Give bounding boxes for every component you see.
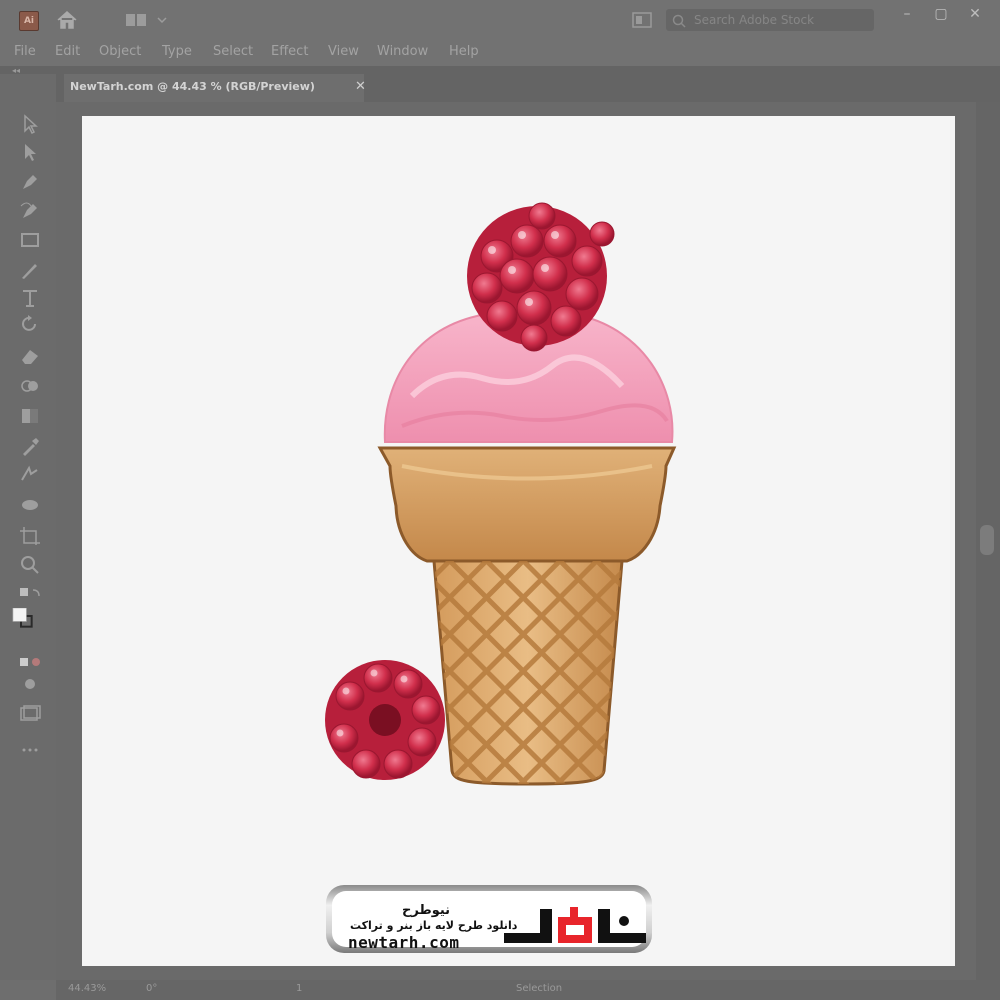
status-bar: 44.43% 0° 1 Selection — [56, 980, 1000, 1000]
blend-tool-icon[interactable] — [19, 464, 41, 484]
close-tab-icon[interactable]: ✕ — [355, 79, 366, 94]
watermark-inner: نیوطرح دانلود طرح لایه باز بنر و تراکت n… — [332, 891, 646, 952]
menu-help[interactable]: Help — [449, 44, 479, 59]
rotation-angle[interactable]: 0° — [146, 983, 157, 994]
tools-panel — [0, 74, 56, 980]
menu-bar: File Edit Object Type Select Effect View… — [0, 40, 1000, 66]
menu-object[interactable]: Object — [99, 44, 141, 59]
selection-tool-icon[interactable] — [19, 114, 41, 135]
document-tab-title: NewTarh.com @ 44.43 % (RGB/Preview) — [70, 80, 315, 93]
menu-effect[interactable]: Effect — [271, 44, 308, 59]
curvature-tool-icon[interactable] — [19, 200, 41, 220]
search-icon — [672, 13, 686, 28]
zoom-level[interactable]: 44.43% — [68, 983, 106, 994]
rectangle-tool-icon[interactable] — [19, 230, 41, 250]
vertical-scroll-thumb[interactable] — [980, 525, 994, 555]
arrange-documents-icon[interactable] — [632, 12, 652, 28]
watermark-banner: نیوطرح دانلود طرح لایه باز بنر و تراکت n… — [326, 885, 652, 953]
newtarh-logo-mark — [504, 907, 646, 943]
fill-stroke-swatch[interactable] — [12, 607, 42, 638]
minimize-button[interactable]: – — [896, 6, 918, 22]
rotate-tool-icon[interactable] — [19, 314, 41, 334]
artboard[interactable] — [82, 116, 955, 966]
eraser-tool-icon[interactable] — [19, 346, 41, 366]
workspace-switcher-icon[interactable] — [126, 12, 170, 28]
menu-view[interactable]: View — [328, 44, 359, 59]
shape-builder-tool-icon[interactable] — [19, 376, 41, 396]
color-mode-icon[interactable] — [19, 652, 41, 672]
app-logo: Ai — [19, 11, 39, 31]
tool-status: Selection — [516, 983, 563, 994]
close-window-button[interactable]: ✕ — [964, 6, 986, 22]
document-tabs: NewTarh.com @ 44.43 % (RGB/Preview) ✕ — [56, 74, 1000, 102]
more-tools-icon[interactable] — [19, 740, 41, 760]
direct-selection-tool-icon[interactable] — [19, 142, 41, 162]
watermark-url: newtarh.com — [348, 933, 460, 952]
gradient-tool-icon[interactable] — [19, 406, 41, 426]
menu-window[interactable]: Window — [377, 44, 428, 59]
maximize-button[interactable]: ▢ — [930, 6, 952, 22]
symbol-sprayer-tool-icon[interactable] — [19, 494, 41, 514]
zoom-tool-icon[interactable] — [19, 554, 41, 574]
artboard-number[interactable]: 1 — [296, 983, 302, 994]
artboard-tool-icon[interactable] — [19, 526, 41, 546]
watermark-brand-fa: نیوطرح — [402, 903, 451, 918]
type-tool-icon[interactable] — [19, 288, 41, 308]
search-box[interactable] — [666, 9, 874, 31]
eyedropper-tool-icon[interactable] — [19, 436, 41, 456]
menu-type[interactable]: Type — [162, 44, 192, 59]
pen-tool-icon[interactable] — [19, 171, 41, 191]
draw-mode-icon[interactable] — [19, 674, 41, 694]
watermark-tagline: دانلود طرح لایه باز بنر و تراکت — [350, 919, 518, 932]
document-tab[interactable]: NewTarh.com @ 44.43 % (RGB/Preview) ✕ — [64, 74, 366, 102]
menu-file[interactable]: File — [14, 44, 36, 59]
screen-mode-icon[interactable] — [19, 704, 41, 724]
panel-strip — [0, 66, 1000, 74]
menu-select[interactable]: Select — [213, 44, 253, 59]
raspberry-side — [325, 660, 445, 780]
ice-cream-illustration — [325, 202, 677, 786]
home-icon[interactable] — [56, 10, 78, 30]
title-bar: Ai – ▢ ✕ — [0, 0, 1000, 40]
paintbrush-tool-icon[interactable] — [19, 260, 41, 280]
swap-colors-icon[interactable] — [19, 586, 41, 606]
search-input[interactable] — [694, 12, 864, 28]
menu-edit[interactable]: Edit — [55, 44, 80, 59]
